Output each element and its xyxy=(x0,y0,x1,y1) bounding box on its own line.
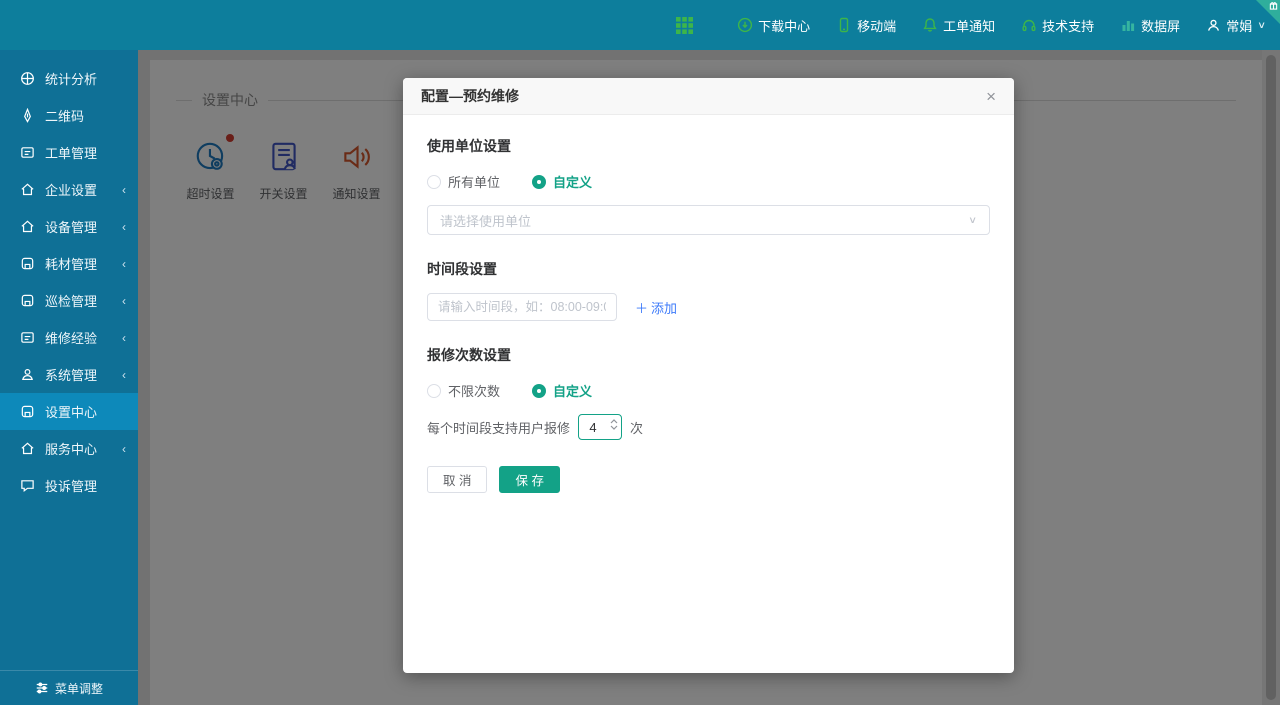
nav-tech-support[interactable]: 技术支持 xyxy=(1021,16,1094,35)
chevron-left-icon: ‹ xyxy=(122,331,126,345)
radio-unlimited-count[interactable]: 不限次数 xyxy=(427,381,500,400)
sidebar-item-service-center[interactable]: 服务中心 ‹ xyxy=(0,430,138,467)
pie-chart-icon xyxy=(20,71,35,86)
chevron-left-icon: ‹ xyxy=(122,368,126,382)
user-icon xyxy=(1206,18,1221,33)
modal-body: 使用单位设置 所有单位 自定义 请选择使用单位 ∨ 时间段设置 ＋ 添加 报修次… xyxy=(403,115,1014,493)
top-bar: 下载中心 移动端 工单通知 技术支持 xyxy=(0,0,1280,50)
modal-header: 配置—预约维修 × xyxy=(403,78,1014,115)
sidebar-item-inspection[interactable]: 巡检管理 ‹ xyxy=(0,282,138,319)
modal-title: 配置—预约维修 xyxy=(421,86,519,106)
sidebar: 统计分析 二维码 工单管理 企业设置 ‹ 设 xyxy=(0,50,138,705)
settings-box-icon xyxy=(20,404,35,419)
chevron-left-icon: ‹ xyxy=(122,442,126,456)
download-icon xyxy=(737,17,753,33)
sidebar-item-qrcode[interactable]: 二维码 xyxy=(0,97,138,134)
top-nav: 下载中心 移动端 工单通知 技术支持 xyxy=(676,0,1266,50)
nav-mobile[interactable]: 移动端 xyxy=(836,16,896,35)
headset-icon xyxy=(1021,17,1037,33)
home-icon xyxy=(20,219,35,234)
sidebar-item-complaints[interactable]: 投诉管理 xyxy=(0,467,138,504)
unit-select[interactable]: 请选择使用单位 ∨ xyxy=(427,205,990,235)
box-icon xyxy=(20,293,35,308)
chevron-left-icon: ‹ xyxy=(122,257,126,271)
repair-count-input[interactable] xyxy=(579,420,607,435)
unit-section-heading: 使用单位设置 xyxy=(427,136,990,156)
workorder-card-icon xyxy=(20,145,35,160)
sidebar-item-devices[interactable]: 设备管理 ‹ xyxy=(0,208,138,245)
radio-circle xyxy=(532,175,546,189)
person-icon xyxy=(20,367,35,382)
count-radio-group: 不限次数 自定义 xyxy=(427,381,990,400)
chevron-down-icon: ∨ xyxy=(968,214,977,225)
home-icon xyxy=(20,182,35,197)
nav-workorder-notice[interactable]: 工单通知 xyxy=(922,16,995,35)
document-icon xyxy=(20,330,35,345)
close-icon[interactable]: × xyxy=(986,88,996,105)
sidebar-item-enterprise[interactable]: 企业设置 ‹ xyxy=(0,171,138,208)
sidebar-item-system[interactable]: 系统管理 ‹ xyxy=(0,356,138,393)
count-section-heading: 报修次数设置 xyxy=(427,345,990,365)
chevron-left-icon: ‹ xyxy=(122,183,126,197)
apps-grid-icon[interactable] xyxy=(676,17,693,34)
chevron-left-icon: ‹ xyxy=(122,220,126,234)
radio-circle xyxy=(427,384,441,398)
sidebar-item-experience[interactable]: 维修经验 ‹ xyxy=(0,319,138,356)
count-row-suffix: 次 xyxy=(630,418,643,437)
sliders-icon xyxy=(35,681,49,695)
chat-bubble-icon xyxy=(20,478,35,493)
add-time-period-link[interactable]: ＋ 添加 xyxy=(635,298,677,317)
sidebar-item-statistics[interactable]: 统计分析 xyxy=(0,60,138,97)
radio-circle xyxy=(427,175,441,189)
radio-all-units[interactable]: 所有单位 xyxy=(427,172,500,191)
radio-circle xyxy=(532,384,546,398)
sidebar-item-consumables[interactable]: 耗材管理 ‹ xyxy=(0,245,138,282)
mobile-icon xyxy=(836,17,852,33)
nav-data-screen[interactable]: 数据屏 xyxy=(1120,16,1180,35)
radio-custom-count[interactable]: 自定义 xyxy=(532,381,592,400)
appointment-config-modal: 配置—预约维修 × 使用单位设置 所有单位 自定义 请选择使用单位 ∨ 时间段设… xyxy=(403,78,1014,673)
chevron-left-icon: ‹ xyxy=(122,294,126,308)
radio-custom-units[interactable]: 自定义 xyxy=(532,172,592,191)
plus-icon: ＋ xyxy=(635,298,648,317)
ribbon-gift-icon xyxy=(1269,1,1278,10)
unit-radio-group: 所有单位 自定义 xyxy=(427,172,990,191)
box-icon xyxy=(20,256,35,271)
save-button[interactable]: 保 存 xyxy=(499,466,559,493)
repair-count-stepper xyxy=(578,414,622,440)
menu-adjust-button[interactable]: 菜单调整 xyxy=(0,670,138,705)
stepper-up-icon[interactable] xyxy=(610,419,618,424)
bell-icon xyxy=(922,17,938,33)
time-section-heading: 时间段设置 xyxy=(427,259,990,279)
unit-select-placeholder: 请选择使用单位 xyxy=(440,211,531,230)
sidebar-item-settings-center[interactable]: 设置中心 xyxy=(0,393,138,430)
cancel-button[interactable]: 取 消 xyxy=(427,466,487,493)
count-row-prefix: 每个时间段支持用户报修 xyxy=(427,418,570,437)
pen-icon xyxy=(20,108,35,123)
sidebar-item-workorder[interactable]: 工单管理 xyxy=(0,134,138,171)
home-icon xyxy=(20,441,35,456)
stepper-down-icon[interactable] xyxy=(610,425,618,430)
nav-download-center[interactable]: 下载中心 xyxy=(737,16,810,35)
time-period-input[interactable] xyxy=(427,293,617,321)
bar-chart-icon xyxy=(1120,17,1136,33)
